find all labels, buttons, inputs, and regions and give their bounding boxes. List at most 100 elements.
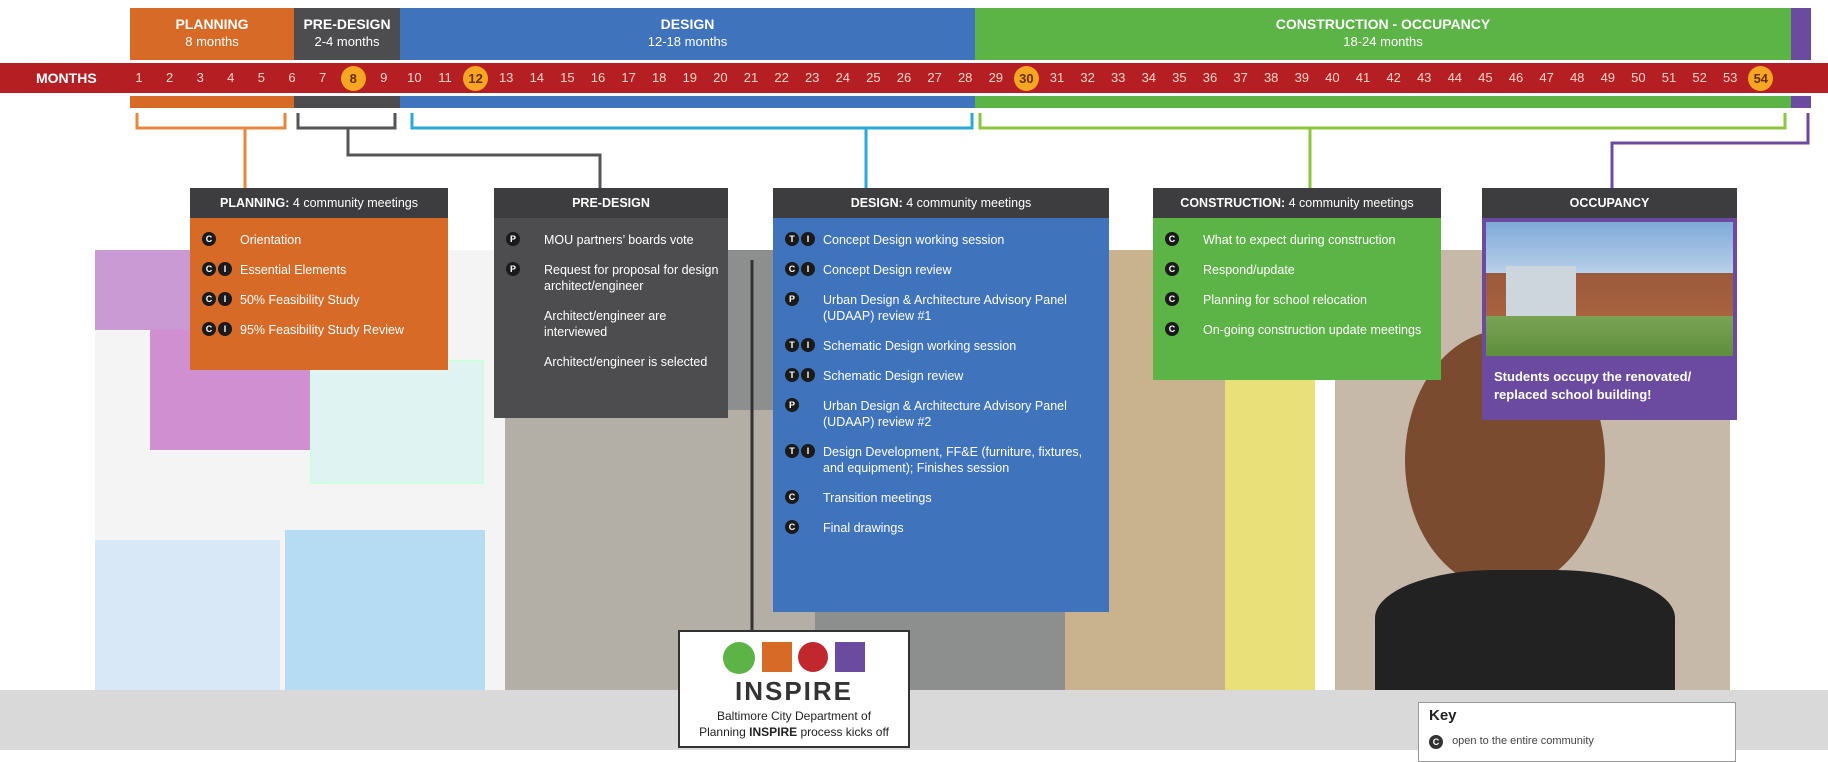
tree-icon bbox=[723, 642, 756, 674]
building-glass bbox=[1506, 266, 1576, 316]
meeting-type-badges: P bbox=[785, 292, 801, 308]
connector-planning bbox=[135, 113, 287, 188]
badge-c-icon: C bbox=[1165, 262, 1179, 276]
list-item-text: Concept Design review bbox=[823, 263, 952, 277]
list-item-text: Transition meetings bbox=[823, 491, 932, 505]
badge-p-icon: P bbox=[785, 398, 799, 412]
badge-i-icon: I bbox=[801, 262, 815, 276]
list-item: T I Schematic Design review bbox=[773, 368, 1109, 384]
badge-p-icon: P bbox=[785, 292, 799, 306]
badge-t-icon: T bbox=[785, 338, 799, 352]
connector-occupancy bbox=[1610, 113, 1810, 188]
list-item: C On-going construction update meetings bbox=[1153, 322, 1441, 338]
badge-c-icon: C bbox=[202, 232, 216, 246]
list-item: C Transition meetings bbox=[773, 490, 1109, 506]
badge-t-icon: T bbox=[785, 444, 799, 458]
list-item-text: Design Development, FF&E (furniture, fix… bbox=[823, 445, 1083, 475]
badge-c-icon: C bbox=[1165, 322, 1179, 336]
list-item: C I Essential Elements bbox=[190, 262, 448, 278]
meeting-type-badges: C bbox=[202, 232, 218, 248]
occupancy-building-image bbox=[1486, 222, 1733, 356]
predesign-box-header: PRE-DESIGN bbox=[494, 188, 728, 218]
inspire-line2: Planning INSPIRE process kicks off bbox=[699, 725, 889, 739]
badge-c-icon: C bbox=[785, 490, 799, 504]
badge-c-icon: C bbox=[1165, 292, 1179, 306]
design-box: DESIGN: 4 community meetings T I Concept D… bbox=[773, 188, 1109, 612]
inspire-line1: Baltimore City Department of bbox=[716, 709, 872, 723]
badge-t-icon: T bbox=[785, 232, 799, 246]
inspire-icons bbox=[680, 642, 908, 676]
inspire-wordmark: INSPIRE bbox=[734, 676, 854, 706]
badge-i-icon: I bbox=[801, 444, 815, 458]
list-item: Architect/engineer are interviewed bbox=[494, 308, 728, 340]
meeting-type-badges: CI bbox=[785, 262, 817, 278]
list-item-text: Urban Design & Architecture Advisory Pan… bbox=[823, 399, 1067, 429]
planning-box-header: PLANNING: 4 community meetings bbox=[190, 188, 448, 218]
badge-t-icon: T bbox=[785, 368, 799, 382]
family-icon bbox=[798, 642, 829, 672]
badge-i-icon: I bbox=[218, 322, 232, 336]
bike-icon bbox=[834, 642, 865, 672]
meeting-type-badges: TI bbox=[785, 368, 817, 384]
meeting-type-badges: TI bbox=[785, 444, 817, 460]
planning-box: PLANNING: 4 community meetings C Orientat… bbox=[190, 188, 448, 370]
list-item: P MOU partners’ boards vote bbox=[494, 232, 728, 248]
list-item-text: Essential Elements bbox=[240, 263, 347, 277]
occupancy-caption: Students occupy the renovated/ replaced … bbox=[1494, 369, 1692, 402]
predesign-box: PRE-DESIGN P MOU partners’ boards vote P Re… bbox=[494, 188, 728, 418]
badge-i-icon: I bbox=[801, 338, 815, 352]
badge-p-icon: P bbox=[506, 262, 520, 276]
list-item-text: 50% Feasibility Study bbox=[240, 293, 360, 307]
key-legend: Key C open to the entire community bbox=[1418, 702, 1736, 762]
list-item: C Final drawings bbox=[773, 520, 1109, 536]
occupancy-box: OCCUPANCY Students occupy the renovated/… bbox=[1482, 188, 1737, 420]
badge-c-icon: C bbox=[202, 292, 216, 306]
meeting-type-badges: P bbox=[506, 262, 522, 278]
list-item: C What to expect during construction bbox=[1153, 232, 1441, 248]
list-item: Architect/engineer is selected bbox=[494, 354, 728, 370]
meeting-type-badges: C bbox=[1165, 262, 1181, 278]
badge-i-icon: I bbox=[801, 368, 815, 382]
badge-i-icon: I bbox=[218, 292, 232, 306]
meeting-type-badges: TI bbox=[785, 338, 817, 354]
list-item-text: 95% Feasibility Study Review bbox=[240, 323, 404, 337]
list-item: T I Concept Design working session bbox=[773, 232, 1109, 248]
list-item: C I 95% Feasibility Study Review bbox=[190, 322, 448, 338]
meeting-type-badges: C bbox=[785, 520, 801, 536]
badge-c-icon: C bbox=[202, 322, 216, 336]
school-icon bbox=[761, 642, 792, 672]
inspire-callout: INSPIRE Baltimore City Department of Pla… bbox=[678, 630, 910, 748]
badge-c-icon: C bbox=[1165, 232, 1179, 246]
construction-list: C What to expect during construction C Resp… bbox=[1153, 232, 1441, 338]
list-item: T I Schematic Design working session bbox=[773, 338, 1109, 354]
planning-list: C Orientation C I Essential Elements C I 50% Fe… bbox=[190, 232, 448, 338]
list-item-text: Final drawings bbox=[823, 521, 904, 535]
key-entry-text: open to the entire community bbox=[1452, 735, 1594, 747]
list-item: C I Concept Design review bbox=[773, 262, 1109, 278]
list-item-text: Request for proposal for design architec… bbox=[544, 263, 719, 293]
key-entry: C open to the entire community bbox=[1429, 735, 1594, 749]
badge-c-icon: C bbox=[202, 262, 216, 276]
list-item: C Respond/update bbox=[1153, 262, 1441, 278]
list-item: P Urban Design & Architecture Advisory Pa… bbox=[773, 398, 1109, 430]
design-list: T I Concept Design working session C I Concep… bbox=[773, 232, 1109, 536]
meeting-type-badges: P bbox=[785, 398, 801, 414]
list-item-text: Respond/update bbox=[1203, 263, 1295, 277]
meeting-type-badges: CI bbox=[202, 262, 234, 278]
list-item-text: Planning for school relocation bbox=[1203, 293, 1367, 307]
meeting-type-badges: CI bbox=[202, 292, 234, 308]
list-item-text: Concept Design working session bbox=[823, 233, 1005, 247]
list-item: C Planning for school relocation bbox=[1153, 292, 1441, 308]
badge-p-icon: P bbox=[506, 232, 520, 246]
list-item-text: Architect/engineer are interviewed bbox=[544, 309, 667, 339]
list-item: P Request for proposal for design archite… bbox=[494, 262, 728, 294]
list-item: T I Design Development, FF&E (furniture, f… bbox=[773, 444, 1109, 476]
list-item-text: Schematic Design working session bbox=[823, 339, 1017, 353]
list-item: C I 50% Feasibility Study bbox=[190, 292, 448, 308]
meeting-type-badges: TI bbox=[785, 232, 817, 248]
meeting-type-badges: C bbox=[1165, 292, 1181, 308]
connector-construction bbox=[978, 113, 1787, 188]
list-item-text: Orientation bbox=[240, 233, 302, 247]
occupancy-box-header: OCCUPANCY bbox=[1482, 188, 1737, 218]
list-item: C Orientation bbox=[190, 232, 448, 248]
